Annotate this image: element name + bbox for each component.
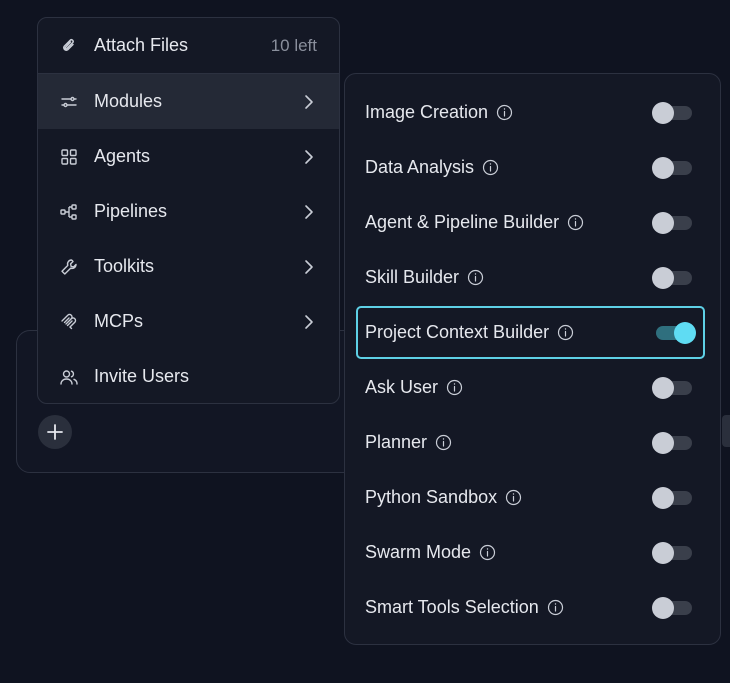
chevron-right-icon (301, 94, 317, 110)
toggle-knob (652, 101, 674, 124)
menu-item-label: Invite Users (94, 366, 190, 386)
info-icon[interactable] (467, 269, 484, 286)
module-row[interactable]: Project Context Builder (355, 305, 706, 360)
menu-item-agents[interactable]: Agents (38, 129, 339, 184)
sliders-icon (58, 91, 80, 113)
module-row[interactable]: Agent & Pipeline Builder (345, 195, 720, 250)
module-row[interactable]: Planner (345, 415, 720, 470)
toggle-knob (652, 541, 674, 564)
paperclip-icon (58, 35, 80, 57)
pipeline-icon (58, 201, 80, 223)
toggle-knob (652, 486, 674, 509)
modules-submenu: Image Creation Data Analysis Agent & Pipel… (344, 73, 721, 645)
toggle-knob (652, 376, 674, 399)
attach-remaining-count: 10 left (270, 35, 317, 55)
users-icon (58, 366, 80, 388)
menu-item-pipelines[interactable]: Pipelines (38, 184, 339, 239)
info-icon[interactable] (496, 104, 513, 121)
mcp-icon (58, 311, 80, 333)
toggle-knob (652, 431, 674, 454)
module-label: Planner (365, 432, 428, 452)
info-icon[interactable] (482, 159, 499, 176)
module-label: Agent & Pipeline Builder (365, 212, 560, 232)
info-icon[interactable] (547, 599, 564, 616)
menu-item-toolkits[interactable]: Toolkits (38, 239, 339, 294)
module-row[interactable]: Image Creation (345, 85, 720, 140)
module-row[interactable]: Data Analysis (345, 140, 720, 195)
module-label: Image Creation (365, 102, 489, 122)
info-icon[interactable] (435, 434, 452, 451)
toggle-knob (674, 321, 696, 344)
module-label: Python Sandbox (365, 487, 498, 507)
module-label: Smart Tools Selection (365, 597, 539, 617)
module-toggle[interactable] (652, 101, 692, 124)
menu-item-label: Agents (94, 146, 151, 166)
module-toggle[interactable] (652, 376, 692, 399)
module-toggle[interactable] (652, 431, 692, 454)
info-icon[interactable] (567, 214, 584, 231)
module-toggle[interactable] (652, 596, 692, 619)
toggle-knob (652, 596, 674, 619)
send-button-edge[interactable] (722, 415, 730, 447)
module-label: Swarm Mode (365, 542, 472, 562)
module-row[interactable]: Smart Tools Selection (345, 580, 720, 635)
chevron-right-icon (301, 259, 317, 275)
menu-item-label: Modules (94, 91, 163, 111)
module-label: Skill Builder (365, 267, 460, 287)
module-label: Project Context Builder (365, 322, 550, 342)
attach-menu: Attach Files 10 left Modules Agents Pipe… (37, 17, 340, 404)
menu-item-label: MCPs (94, 311, 143, 331)
menu-item-modules[interactable]: Modules (38, 74, 339, 129)
module-row[interactable]: Python Sandbox (345, 470, 720, 525)
info-icon[interactable] (505, 489, 522, 506)
module-toggle[interactable] (652, 156, 692, 179)
menu-item-label: Attach Files (94, 35, 189, 55)
module-toggle[interactable] (652, 541, 692, 564)
module-row[interactable]: Swarm Mode (345, 525, 720, 580)
grid-icon (58, 146, 80, 168)
add-button[interactable] (38, 415, 72, 449)
chevron-right-icon (301, 204, 317, 220)
info-icon[interactable] (557, 324, 574, 341)
menu-item-invite-users[interactable]: Invite Users (38, 349, 339, 403)
module-label: Ask User (365, 377, 439, 397)
menu-item-attach-files[interactable]: Attach Files 10 left (38, 18, 339, 73)
info-icon[interactable] (446, 379, 463, 396)
module-row[interactable]: Ask User (345, 360, 720, 415)
module-row[interactable]: Skill Builder (345, 250, 720, 305)
menu-item-label: Pipelines (94, 201, 168, 221)
info-icon[interactable] (479, 544, 496, 561)
plus-icon (47, 424, 63, 440)
toggle-knob (652, 156, 674, 179)
module-toggle[interactable] (652, 266, 692, 289)
chevron-right-icon (301, 314, 317, 330)
chevron-right-icon (301, 149, 317, 165)
wrench-icon (58, 256, 80, 278)
module-toggle[interactable] (652, 211, 692, 234)
menu-item-mcps[interactable]: MCPs (38, 294, 339, 349)
menu-item-label: Toolkits (94, 256, 155, 276)
module-label: Data Analysis (365, 157, 475, 177)
toggle-knob (652, 211, 674, 234)
toggle-knob (652, 266, 674, 289)
module-toggle[interactable] (656, 321, 696, 344)
module-toggle[interactable] (652, 486, 692, 509)
